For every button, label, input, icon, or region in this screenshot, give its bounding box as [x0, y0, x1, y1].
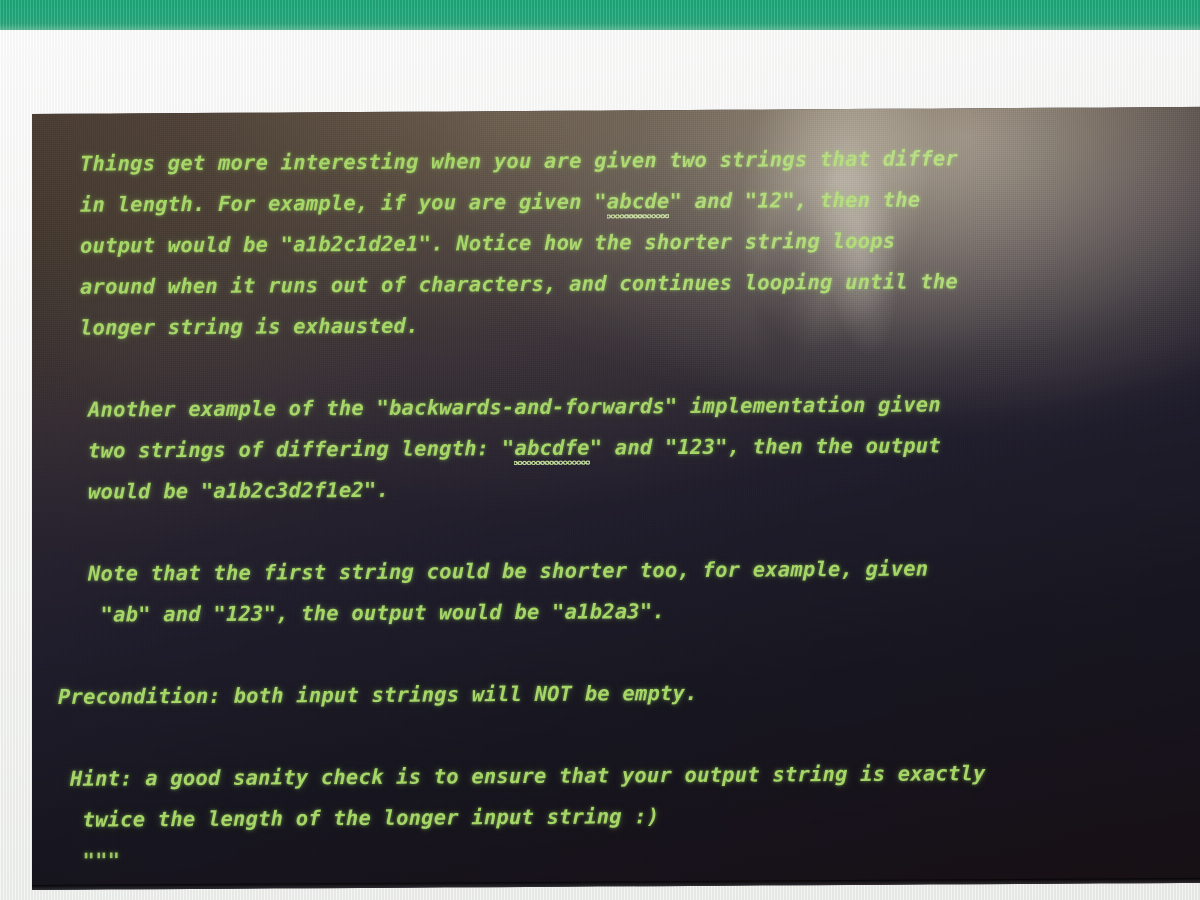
editor-background	[32, 106, 1200, 891]
monitor-screen[interactable]: Things get more interesting when you are…	[32, 106, 1200, 891]
photo-of-screen: Things get more interesting when you are…	[0, 0, 1200, 900]
wall-top-band	[0, 0, 1200, 30]
